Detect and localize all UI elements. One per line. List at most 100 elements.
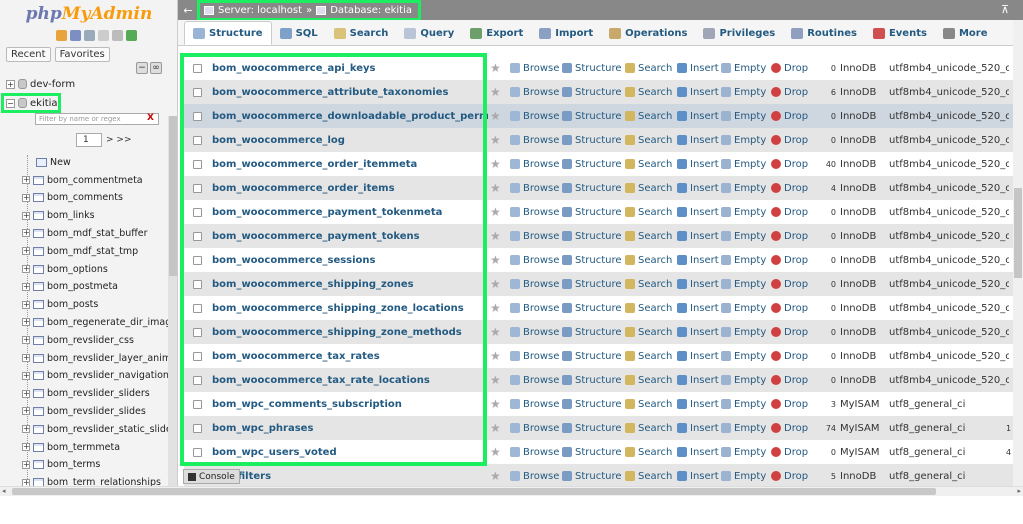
row-checkbox[interactable]: [193, 327, 202, 337]
reload-icon[interactable]: [126, 30, 137, 41]
expand-icon[interactable]: +: [22, 389, 30, 398]
search-action[interactable]: Search: [625, 63, 672, 74]
insert-action[interactable]: Insert: [677, 303, 719, 314]
search-action[interactable]: Search: [625, 303, 672, 314]
sidebar-table-item[interactable]: + bom_termmeta: [22, 439, 120, 455]
favorite-star-icon[interactable]: ★: [490, 278, 502, 290]
table-name-link[interactable]: bom_woocommerce_order_items: [212, 183, 395, 194]
search-action[interactable]: Search: [625, 255, 672, 266]
row-checkbox[interactable]: [193, 87, 202, 97]
drop-action[interactable]: Drop: [771, 423, 808, 434]
tab-routines[interactable]: Routines: [783, 21, 865, 45]
empty-action[interactable]: Empty: [721, 231, 766, 242]
insert-action[interactable]: Insert: [677, 63, 719, 74]
browse-action[interactable]: Browse: [510, 87, 559, 98]
tab-more[interactable]: More: [935, 21, 996, 45]
favorites-tab[interactable]: Favorites: [54, 47, 110, 62]
browse-action[interactable]: Browse: [510, 471, 559, 482]
drop-action[interactable]: Drop: [771, 207, 808, 218]
table-name-link[interactable]: bom_woocommerce_payment_tokenmeta: [212, 207, 442, 218]
table-name-link[interactable]: bom_woocommerce_sessions: [212, 255, 376, 266]
sidebar-table-item[interactable]: + bom_links: [22, 208, 95, 224]
structure-action[interactable]: Structure: [562, 159, 622, 170]
empty-action[interactable]: Empty: [721, 87, 766, 98]
search-action[interactable]: Search: [625, 375, 672, 386]
expand-icon[interactable]: +: [22, 425, 30, 434]
insert-action[interactable]: Insert: [677, 327, 719, 338]
drop-action[interactable]: Drop: [771, 231, 808, 242]
row-checkbox[interactable]: [193, 399, 202, 409]
row-checkbox[interactable]: [193, 207, 202, 217]
sidebar-table-item[interactable]: + bom_comments: [22, 190, 123, 206]
empty-action[interactable]: Empty: [721, 279, 766, 290]
row-checkbox[interactable]: [193, 303, 202, 313]
drop-action[interactable]: Drop: [771, 159, 808, 170]
nav-scrollbar[interactable]: [168, 116, 177, 486]
table-name-link[interactable]: bom_wpc_phrases: [212, 423, 313, 434]
browse-action[interactable]: Browse: [510, 159, 559, 170]
row-checkbox[interactable]: [193, 279, 202, 289]
row-checkbox[interactable]: [193, 63, 202, 73]
tab-operations[interactable]: Operations: [601, 21, 695, 45]
search-action[interactable]: Search: [625, 423, 672, 434]
expand-icon[interactable]: +: [22, 478, 30, 486]
row-checkbox[interactable]: [193, 183, 202, 193]
tab-import[interactable]: Import: [531, 21, 601, 45]
row-checkbox[interactable]: [193, 231, 202, 241]
insert-action[interactable]: Insert: [677, 255, 719, 266]
console-tab[interactable]: Console: [183, 469, 240, 484]
horizontal-scrollbar-thumb[interactable]: [12, 488, 936, 495]
favorite-star-icon[interactable]: ★: [490, 206, 502, 218]
settings-icon[interactable]: [112, 30, 123, 41]
favorite-star-icon[interactable]: ★: [490, 326, 502, 338]
row-checkbox[interactable]: [193, 447, 202, 457]
search-action[interactable]: Search: [625, 399, 672, 410]
expand-icon[interactable]: +: [6, 79, 15, 89]
drop-action[interactable]: Drop: [771, 447, 808, 458]
expand-icon[interactable]: +: [22, 229, 30, 238]
main-scrollbar[interactable]: [1013, 20, 1023, 486]
structure-action[interactable]: Structure: [562, 351, 622, 362]
expand-icon[interactable]: +: [22, 371, 30, 380]
sidebar-table-item[interactable]: + bom_mdf_stat_buffer: [22, 225, 148, 241]
browse-action[interactable]: Browse: [510, 255, 559, 266]
insert-action[interactable]: Insert: [677, 399, 719, 410]
table-name-link[interactable]: bom_woocommerce_attribute_taxonomies: [212, 87, 448, 98]
insert-action[interactable]: Insert: [677, 159, 719, 170]
expand-icon[interactable]: +: [22, 443, 30, 451]
row-checkbox[interactable]: [193, 255, 202, 265]
drop-action[interactable]: Drop: [771, 303, 808, 314]
favorite-star-icon[interactable]: ★: [490, 350, 502, 362]
favorite-star-icon[interactable]: ★: [490, 470, 502, 482]
table-name-link[interactable]: bom_woocommerce_log: [212, 135, 345, 146]
table-name-link[interactable]: bom_woocommerce_downloadable_product_per…: [212, 111, 488, 122]
expand-icon[interactable]: +: [22, 300, 30, 309]
empty-action[interactable]: Empty: [721, 423, 766, 434]
expand-icon[interactable]: +: [22, 193, 30, 202]
nav-scrollbar-thumb[interactable]: [169, 116, 177, 276]
expand-icon[interactable]: +: [22, 336, 30, 345]
drop-action[interactable]: Drop: [771, 111, 808, 122]
breadcrumb-database[interactable]: Database: ekitia: [330, 5, 412, 16]
structure-action[interactable]: Structure: [562, 231, 622, 242]
row-checkbox[interactable]: [193, 159, 202, 169]
favorite-star-icon[interactable]: ★: [490, 398, 502, 410]
browse-action[interactable]: Browse: [510, 279, 559, 290]
tab-privileges[interactable]: Privileges: [695, 21, 783, 45]
structure-action[interactable]: Structure: [562, 183, 622, 194]
favorite-star-icon[interactable]: ★: [490, 230, 502, 242]
browse-action[interactable]: Browse: [510, 303, 559, 314]
table-name-link[interactable]: bom_woocommerce_shipping_zones: [212, 279, 414, 290]
home-icon[interactable]: [56, 30, 67, 41]
row-checkbox[interactable]: [193, 135, 202, 145]
structure-action[interactable]: Structure: [562, 423, 622, 434]
sidebar-table-item[interactable]: + bom_revslider_static_slide: [22, 421, 172, 437]
browse-action[interactable]: Browse: [510, 207, 559, 218]
db-item-ekitia[interactable]: − ekitia: [6, 96, 58, 110]
empty-action[interactable]: Empty: [721, 207, 766, 218]
insert-action[interactable]: Insert: [677, 207, 719, 218]
empty-action[interactable]: Empty: [721, 111, 766, 122]
drop-action[interactable]: Drop: [771, 375, 808, 386]
insert-action[interactable]: Insert: [677, 135, 719, 146]
browse-action[interactable]: Browse: [510, 447, 559, 458]
